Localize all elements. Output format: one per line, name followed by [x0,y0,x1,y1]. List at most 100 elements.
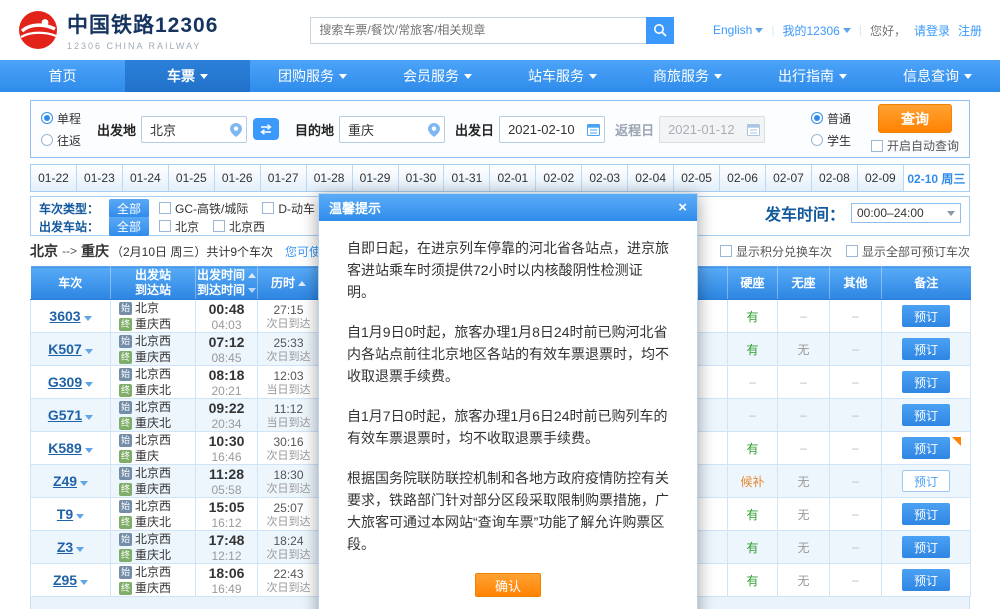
login-link[interactable]: 请登录 [914,22,950,39]
depart-time-select[interactable]: 00:00–24:00 [851,203,961,223]
date-tab[interactable]: 02-04 [628,165,674,191]
station-name: 北京西 [135,498,171,514]
train-number-link[interactable]: G309 [48,374,82,390]
passenger-type-radio[interactable]: 学生 [811,132,851,149]
date-tab[interactable]: 02-05 [674,165,720,191]
date-tab[interactable]: 02-03 [582,165,628,191]
train-number-link[interactable]: Z95 [53,572,77,588]
terminus-station-icon: 终 [119,483,132,496]
train-type-all-button[interactable]: 全部 [109,199,149,218]
train-number-link[interactable]: G571 [48,407,82,423]
nav-item[interactable]: 车票 [125,60,250,92]
expand-caret-icon[interactable] [84,316,92,321]
points-exchange-toggle[interactable]: 显示积分兑换车次 [720,243,832,260]
expand-caret-icon[interactable] [76,547,84,552]
date-tab[interactable]: 01-23 [77,165,123,191]
nav-item[interactable]: 团购服务 [250,60,375,92]
date-tab[interactable]: 01-31 [444,165,490,191]
book-button[interactable]: 预订 [902,470,950,492]
book-button[interactable]: 预订 [902,371,950,393]
auto-query-toggle[interactable]: 开启自动查询 [871,137,959,154]
train-type-checkbox[interactable]: D-动车 [262,200,315,217]
date-tab[interactable]: 01-30 [399,165,445,191]
passenger-type-radio[interactable]: 普通 [811,110,851,127]
col-train[interactable]: 车次 [31,267,111,300]
query-button[interactable]: 查询 [878,104,952,133]
expand-caret-icon[interactable] [80,580,88,585]
depart-station-checkbox[interactable]: 北京西 [213,218,265,235]
expand-caret-icon[interactable] [85,415,93,420]
close-icon[interactable]: × [678,200,687,215]
train-number-link[interactable]: Z49 [53,473,77,489]
expand-caret-icon[interactable] [80,481,88,486]
train-number-link[interactable]: K507 [48,341,81,357]
col-duration[interactable]: 历时 [258,267,320,300]
nav-item[interactable]: 信息查询 [875,60,1000,92]
date-tab-selected[interactable]: 02-10 周三 [904,165,969,191]
book-button[interactable]: 预订 [902,569,950,591]
train-number-link[interactable]: T9 [57,506,73,522]
search-input[interactable] [310,17,646,44]
trip-type-radio[interactable]: 单程 [41,110,81,127]
top-header: 中国铁路12306 12306 CHINA RAILWAY English | … [0,0,1000,60]
nav-item[interactable]: 商旅服务 [625,60,750,92]
expand-caret-icon[interactable] [85,349,93,354]
expand-caret-icon[interactable] [76,514,84,519]
date-tab[interactable]: 02-02 [536,165,582,191]
register-link[interactable]: 注册 [958,22,982,39]
language-link[interactable]: English [713,23,763,37]
chevron-down-icon [464,74,472,79]
date-tab[interactable]: 02-09 [858,165,904,191]
checkbox-label: 北京西 [229,218,265,235]
arrival-day-label: 次日到达 [258,318,319,331]
arrival-station: 终重庆北 [111,547,195,563]
date-tab[interactable]: 02-08 [812,165,858,191]
swap-stations-button[interactable] [253,118,279,140]
expand-caret-icon[interactable] [85,382,93,387]
site-logo[interactable]: 中国铁路12306 12306 CHINA RAILWAY [18,9,218,51]
date-tab[interactable]: 02-06 [720,165,766,191]
expand-caret-icon[interactable] [85,448,93,453]
trip-type-radio[interactable]: 往返 [41,132,81,149]
date-tab[interactable]: 01-28 [307,165,353,191]
search-button[interactable] [646,17,674,44]
sort-asc-icon[interactable] [298,281,306,286]
date-tab[interactable]: 01-29 [353,165,399,191]
book-button[interactable]: 预订 [902,338,950,360]
train-number-link[interactable]: Z3 [57,539,73,555]
page: 中国铁路12306 12306 CHINA RAILWAY English | … [0,0,1000,609]
date-tab[interactable]: 01-26 [215,165,261,191]
date-tab[interactable]: 02-01 [490,165,536,191]
checkbox-icon [159,220,171,232]
notice-paragraph: 自1月9日0时起，旅客办理1月8日24时前已购河北省内各站点前往北京地区各站的有… [347,321,669,387]
date-tab[interactable]: 01-22 [31,165,77,191]
date-tab[interactable]: 02-07 [766,165,812,191]
confirm-button[interactable]: 确认 [475,573,541,597]
date-tab[interactable]: 01-25 [169,165,215,191]
train-number-link[interactable]: 3603 [49,308,80,324]
date-tab[interactable]: 01-24 [123,165,169,191]
other-seat-cell: – [830,531,882,564]
depart-station-all-button[interactable]: 全部 [109,217,149,236]
all-bookable-toggle[interactable]: 显示全部可预订车次 [846,243,970,260]
date-tab[interactable]: 01-27 [261,165,307,191]
book-button[interactable]: 预订 [902,536,950,558]
nav-item[interactable]: 首页 [0,60,125,92]
depart-station-checkbox[interactable]: 北京 [159,218,199,235]
train-number-link[interactable]: K589 [48,440,81,456]
book-button[interactable]: 预订 [902,503,950,525]
book-button[interactable]: 预订 [902,437,950,459]
sort-asc-icon[interactable] [248,273,256,278]
book-button[interactable]: 预订 [902,404,950,426]
train-type-checkbox[interactable]: GC-高铁/城际 [159,200,248,217]
nav-item[interactable]: 会员服务 [375,60,500,92]
col-times[interactable]: 出发时间 到达时间 [196,267,258,300]
nav-item[interactable]: 站车服务 [500,60,625,92]
nav-item[interactable]: 出行指南 [750,60,875,92]
sort-desc-icon[interactable] [248,288,256,293]
notice-paragraph: 自1月7日0时起，旅客办理1月6日24时前已购列车的有效车票退票时，均不收取退票… [347,405,669,449]
summary-arrow: --> [62,244,77,258]
book-button[interactable]: 预订 [902,305,950,327]
my12306-link[interactable]: 我的12306 [782,22,850,39]
query-button-group: 查询 开启自动查询 [871,104,959,154]
